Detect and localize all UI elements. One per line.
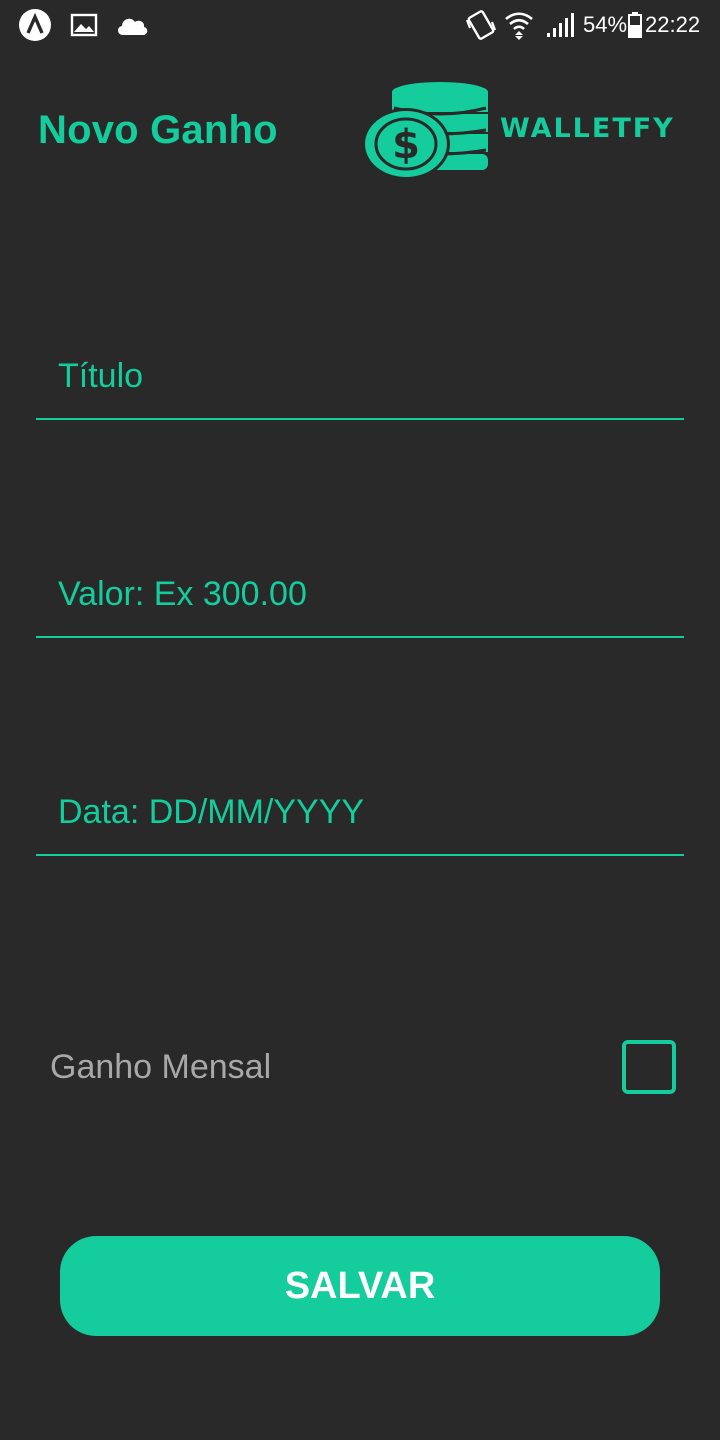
- logo-text: WALLETFY: [500, 113, 675, 144]
- title-input[interactable]: [56, 350, 660, 402]
- status-bar: 54% 22:22: [0, 0, 720, 50]
- svg-text:$: $: [392, 122, 420, 168]
- coin-stack-icon: [362, 82, 488, 180]
- value-input[interactable]: [56, 568, 660, 620]
- clock: 22:22: [645, 12, 701, 37]
- value-field: [36, 556, 684, 638]
- date-field: [36, 774, 684, 856]
- cloud-icon: [114, 8, 150, 42]
- vibrate-icon: [464, 8, 498, 42]
- battery-icon: [628, 8, 642, 42]
- wifi-icon: [504, 8, 534, 42]
- walletfy-logo: $ WALLETFY: [362, 82, 675, 180]
- date-input[interactable]: [56, 786, 660, 838]
- page-title: Novo Ganho: [38, 108, 278, 152]
- signal-icon: [546, 8, 576, 42]
- image-icon: [70, 8, 98, 42]
- monthly-income-checkbox[interactable]: [622, 1040, 676, 1094]
- battery-percentage: 54%: [583, 12, 628, 37]
- monthly-income-label: Ganho Mensal: [50, 1048, 272, 1086]
- save-button[interactable]: SALVAR: [60, 1236, 660, 1336]
- app-notification-icon: [18, 8, 52, 42]
- title-field: [36, 338, 684, 420]
